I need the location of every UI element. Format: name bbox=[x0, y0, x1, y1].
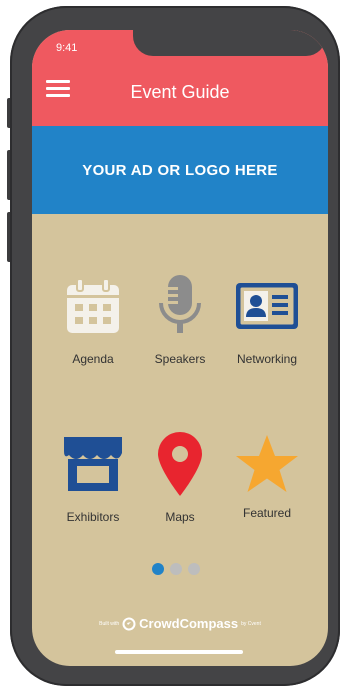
powered-by-footer: Built with CrowdCompass by Cvent bbox=[32, 616, 328, 631]
crowdcompass-logo-icon bbox=[122, 617, 136, 630]
app-screen: 9:41 Event Guide YOUR AD OR LOGO HERE Ag… bbox=[32, 30, 328, 666]
tile-label: Featured bbox=[242, 506, 292, 520]
map-pin-icon bbox=[158, 432, 202, 496]
tile-label: Agenda bbox=[72, 352, 114, 366]
storefront-icon bbox=[64, 437, 122, 491]
contact-card-icon bbox=[236, 283, 298, 329]
page-dot[interactable] bbox=[170, 563, 182, 575]
tile-featured[interactable]: Featured bbox=[222, 428, 312, 538]
page-title: Event Guide bbox=[130, 82, 230, 102]
footer-suffix: by Cvent bbox=[241, 620, 261, 627]
microphone-icon bbox=[159, 275, 201, 333]
calendar-icon bbox=[67, 278, 119, 333]
page-dot-active[interactable] bbox=[152, 563, 164, 575]
ad-banner[interactable]: YOUR AD OR LOGO HERE bbox=[32, 126, 328, 214]
star-icon bbox=[236, 435, 298, 492]
tile-label: Exhibitors bbox=[66, 510, 120, 524]
page-indicator[interactable] bbox=[152, 563, 200, 575]
tile-speakers[interactable]: Speakers bbox=[135, 270, 225, 380]
tile-label: Maps bbox=[165, 510, 195, 524]
tile-maps[interactable]: Maps bbox=[135, 428, 225, 538]
tile-exhibitors[interactable]: Exhibitors bbox=[48, 428, 138, 538]
page-dot[interactable] bbox=[188, 563, 200, 575]
tile-label: Networking bbox=[236, 352, 298, 366]
footer-brand: CrowdCompass bbox=[139, 616, 239, 631]
tile-agenda[interactable]: Agenda bbox=[48, 270, 138, 380]
tile-label: Speakers bbox=[154, 352, 206, 366]
tile-networking[interactable]: Networking bbox=[222, 270, 312, 380]
home-indicator[interactable] bbox=[115, 650, 243, 654]
phone-notch bbox=[133, 30, 326, 56]
ad-banner-text: YOUR AD OR LOGO HERE bbox=[82, 161, 278, 179]
footer-prefix: Built with bbox=[99, 620, 120, 627]
status-time: 9:41 bbox=[56, 42, 78, 54]
